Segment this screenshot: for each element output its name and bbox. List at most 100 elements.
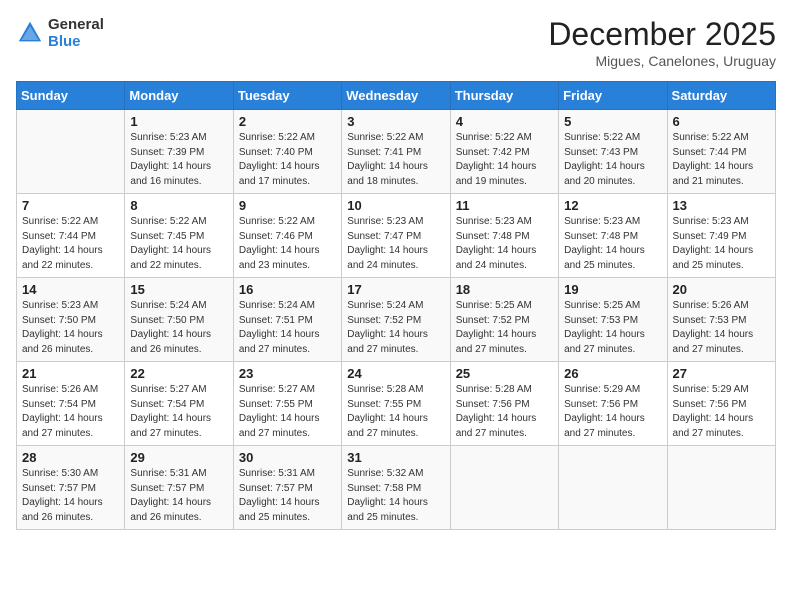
day-number: 7	[22, 198, 119, 213]
day-info: Sunrise: 5:27 AM Sunset: 7:55 PM Dayligh…	[239, 383, 336, 441]
calendar-body: 1 Sunrise: 5:23 AM Sunset: 7:39 PM Daylig…	[17, 110, 776, 530]
day-number: 2	[239, 114, 336, 129]
calendar-cell: 29 Sunrise: 5:31 AM Sunset: 7:57 PM Dayli…	[125, 446, 233, 530]
page-header: General Blue December 2025 Migues, Canel…	[16, 16, 776, 69]
day-info: Sunrise: 5:22 AM Sunset: 7:44 PM Dayligh…	[22, 215, 119, 273]
day-info: Sunrise: 5:26 AM Sunset: 7:53 PM Dayligh…	[673, 299, 770, 357]
logo-icon	[16, 19, 44, 47]
day-number: 27	[673, 366, 770, 381]
title-area: December 2025 Migues, Canelones, Uruguay	[548, 16, 776, 69]
day-number: 3	[347, 114, 444, 129]
day-info: Sunrise: 5:23 AM Sunset: 7:39 PM Dayligh…	[130, 131, 227, 189]
day-number: 5	[564, 114, 661, 129]
day-number: 18	[456, 282, 553, 297]
day-info: Sunrise: 5:23 AM Sunset: 7:50 PM Dayligh…	[22, 299, 119, 357]
day-number: 30	[239, 450, 336, 465]
day-number: 24	[347, 366, 444, 381]
day-info: Sunrise: 5:22 AM Sunset: 7:42 PM Dayligh…	[456, 131, 553, 189]
day-number: 4	[456, 114, 553, 129]
day-info: Sunrise: 5:29 AM Sunset: 7:56 PM Dayligh…	[564, 383, 661, 441]
day-info: Sunrise: 5:22 AM Sunset: 7:46 PM Dayligh…	[239, 215, 336, 273]
calendar-cell: 25 Sunrise: 5:28 AM Sunset: 7:56 PM Dayli…	[450, 362, 558, 446]
calendar-cell: 4 Sunrise: 5:22 AM Sunset: 7:42 PM Daylig…	[450, 110, 558, 194]
header-monday: Monday	[125, 82, 233, 110]
calendar-cell: 23 Sunrise: 5:27 AM Sunset: 7:55 PM Dayli…	[233, 362, 341, 446]
calendar-cell: 1 Sunrise: 5:23 AM Sunset: 7:39 PM Daylig…	[125, 110, 233, 194]
day-number: 31	[347, 450, 444, 465]
location: Migues, Canelones, Uruguay	[548, 53, 776, 69]
calendar-cell: 17 Sunrise: 5:24 AM Sunset: 7:52 PM Dayli…	[342, 278, 450, 362]
calendar-week-4: 21 Sunrise: 5:26 AM Sunset: 7:54 PM Dayli…	[17, 362, 776, 446]
day-number: 13	[673, 198, 770, 213]
day-number: 21	[22, 366, 119, 381]
calendar-cell: 16 Sunrise: 5:24 AM Sunset: 7:51 PM Dayli…	[233, 278, 341, 362]
day-info: Sunrise: 5:31 AM Sunset: 7:57 PM Dayligh…	[239, 467, 336, 525]
calendar-cell: 15 Sunrise: 5:24 AM Sunset: 7:50 PM Dayli…	[125, 278, 233, 362]
day-info: Sunrise: 5:27 AM Sunset: 7:54 PM Dayligh…	[130, 383, 227, 441]
calendar-cell: 12Sunrise: 5:23 AM Sunset: 7:48 PM Dayli…	[559, 194, 667, 278]
day-number: 22	[130, 366, 227, 381]
day-info: Sunrise: 5:25 AM Sunset: 7:53 PM Dayligh…	[564, 299, 661, 357]
calendar-cell: 27 Sunrise: 5:29 AM Sunset: 7:56 PM Dayli…	[667, 362, 775, 446]
calendar-cell: 9Sunrise: 5:22 AM Sunset: 7:46 PM Daylig…	[233, 194, 341, 278]
calendar-cell	[17, 110, 125, 194]
day-number: 8	[130, 198, 227, 213]
calendar-cell: 30 Sunrise: 5:31 AM Sunset: 7:57 PM Dayli…	[233, 446, 341, 530]
calendar-cell: 26 Sunrise: 5:29 AM Sunset: 7:56 PM Dayli…	[559, 362, 667, 446]
calendar-week-5: 28Sunrise: 5:30 AM Sunset: 7:57 PM Dayli…	[17, 446, 776, 530]
calendar-week-2: 7 Sunrise: 5:22 AM Sunset: 7:44 PM Daylig…	[17, 194, 776, 278]
calendar-cell: 13 Sunrise: 5:23 AM Sunset: 7:49 PM Dayli…	[667, 194, 775, 278]
calendar-cell: 20 Sunrise: 5:26 AM Sunset: 7:53 PM Dayli…	[667, 278, 775, 362]
day-info: Sunrise: 5:32 AM Sunset: 7:58 PM Dayligh…	[347, 467, 444, 525]
calendar-cell: 14 Sunrise: 5:23 AM Sunset: 7:50 PM Dayli…	[17, 278, 125, 362]
day-info: Sunrise: 5:28 AM Sunset: 7:55 PM Dayligh…	[347, 383, 444, 441]
day-number: 20	[673, 282, 770, 297]
day-info: Sunrise: 5:23 AM Sunset: 7:49 PM Dayligh…	[673, 215, 770, 273]
day-number: 14	[22, 282, 119, 297]
calendar-cell	[450, 446, 558, 530]
day-info: Sunrise: 5:24 AM Sunset: 7:51 PM Dayligh…	[239, 299, 336, 357]
day-number: 16	[239, 282, 336, 297]
calendar-cell: 19 Sunrise: 5:25 AM Sunset: 7:53 PM Dayli…	[559, 278, 667, 362]
calendar-cell: 5 Sunrise: 5:22 AM Sunset: 7:43 PM Daylig…	[559, 110, 667, 194]
calendar-cell: 21 Sunrise: 5:26 AM Sunset: 7:54 PM Dayli…	[17, 362, 125, 446]
logo-text: General Blue	[48, 16, 104, 50]
calendar-cell: 7 Sunrise: 5:22 AM Sunset: 7:44 PM Daylig…	[17, 194, 125, 278]
day-number: 15	[130, 282, 227, 297]
header-sunday: Sunday	[17, 82, 125, 110]
day-info: Sunrise: 5:22 AM Sunset: 7:43 PM Dayligh…	[564, 131, 661, 189]
header-thursday: Thursday	[450, 82, 558, 110]
day-number: 23	[239, 366, 336, 381]
day-info: Sunrise: 5:24 AM Sunset: 7:50 PM Dayligh…	[130, 299, 227, 357]
day-number: 1	[130, 114, 227, 129]
calendar-cell: 24 Sunrise: 5:28 AM Sunset: 7:55 PM Dayli…	[342, 362, 450, 446]
day-number: 29	[130, 450, 227, 465]
day-info: Sunrise: 5:26 AM Sunset: 7:54 PM Dayligh…	[22, 383, 119, 441]
day-number: 26	[564, 366, 661, 381]
day-info: Sunrise: 5:29 AM Sunset: 7:56 PM Dayligh…	[673, 383, 770, 441]
day-info: Sunrise: 5:28 AM Sunset: 7:56 PM Dayligh…	[456, 383, 553, 441]
calendar-cell: 6Sunrise: 5:22 AM Sunset: 7:44 PM Daylig…	[667, 110, 775, 194]
day-info: Sunrise: 5:25 AM Sunset: 7:52 PM Dayligh…	[456, 299, 553, 357]
day-info: Sunrise: 5:30 AM Sunset: 7:57 PM Dayligh…	[22, 467, 119, 525]
day-info: Sunrise: 5:31 AM Sunset: 7:57 PM Dayligh…	[130, 467, 227, 525]
calendar-cell: 3 Sunrise: 5:22 AM Sunset: 7:41 PM Daylig…	[342, 110, 450, 194]
calendar-header-row: SundayMondayTuesdayWednesdayThursdayFrid…	[17, 82, 776, 110]
day-info: Sunrise: 5:23 AM Sunset: 7:48 PM Dayligh…	[456, 215, 553, 273]
day-number: 19	[564, 282, 661, 297]
day-info: Sunrise: 5:22 AM Sunset: 7:40 PM Dayligh…	[239, 131, 336, 189]
calendar-cell: 2 Sunrise: 5:22 AM Sunset: 7:40 PM Daylig…	[233, 110, 341, 194]
logo: General Blue	[16, 16, 104, 50]
calendar-cell: 11 Sunrise: 5:23 AM Sunset: 7:48 PM Dayli…	[450, 194, 558, 278]
calendar-cell: 28Sunrise: 5:30 AM Sunset: 7:57 PM Dayli…	[17, 446, 125, 530]
day-info: Sunrise: 5:22 AM Sunset: 7:41 PM Dayligh…	[347, 131, 444, 189]
day-info: Sunrise: 5:22 AM Sunset: 7:45 PM Dayligh…	[130, 215, 227, 273]
header-friday: Friday	[559, 82, 667, 110]
day-number: 6	[673, 114, 770, 129]
day-number: 12	[564, 198, 661, 213]
day-number: 17	[347, 282, 444, 297]
day-number: 11	[456, 198, 553, 213]
day-number: 10	[347, 198, 444, 213]
day-info: Sunrise: 5:24 AM Sunset: 7:52 PM Dayligh…	[347, 299, 444, 357]
day-number: 25	[456, 366, 553, 381]
